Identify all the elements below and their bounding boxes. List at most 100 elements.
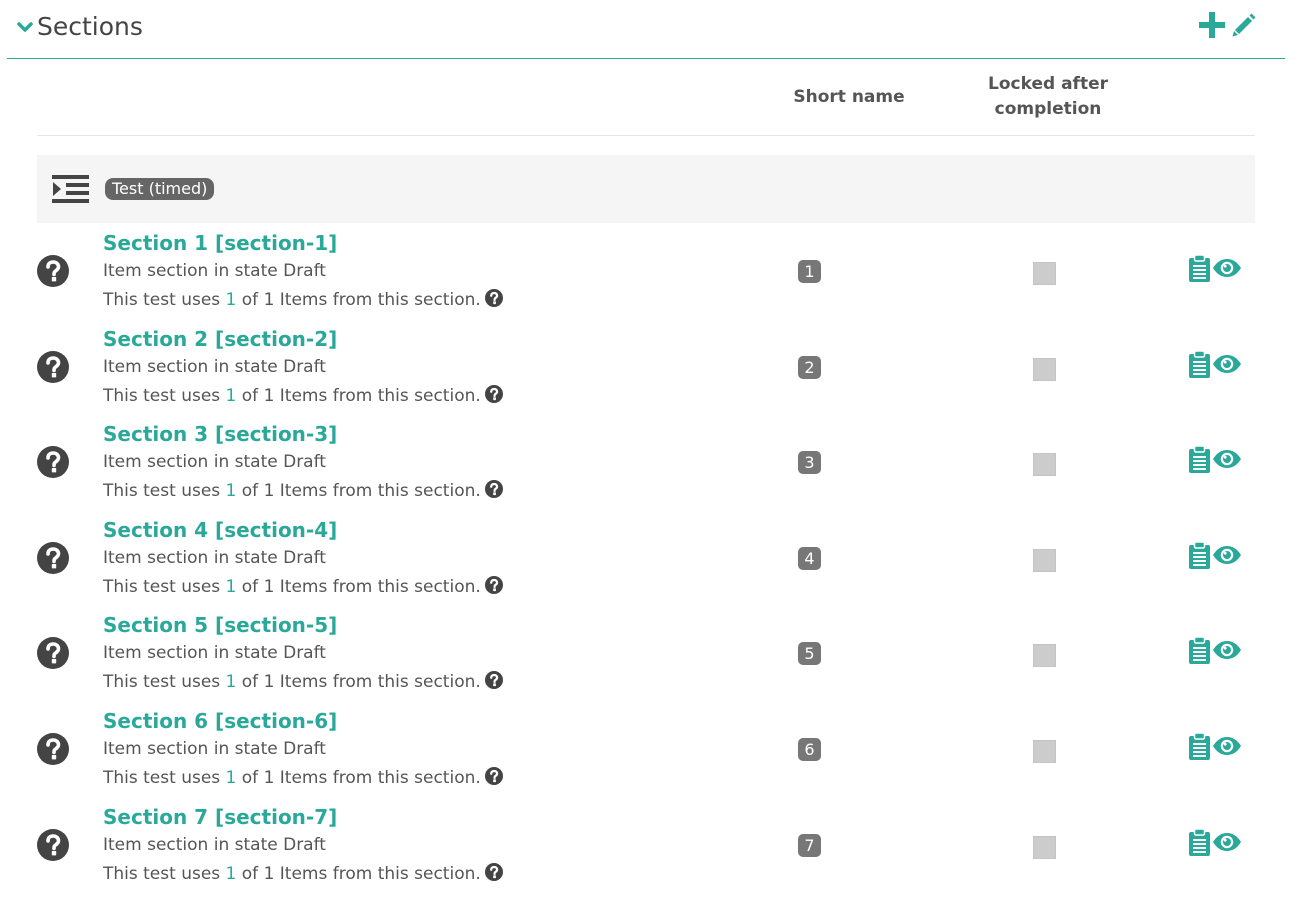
question-circle-icon [37,541,69,574]
locked-after-completion-checkbox[interactable] [1033,548,1056,572]
section-title-link[interactable]: Section 1 [section-1] [103,231,337,255]
usage-prefix: This test uses [103,672,226,693]
usage-count: 1 [225,481,237,502]
help-icon[interactable] [484,766,503,790]
chevron-down-icon[interactable] [17,19,33,32]
usage-count: 1 [225,385,237,406]
clipboard-icon[interactable] [1189,541,1210,573]
eye-icon[interactable] [1212,258,1242,282]
locked-after-completion-checkbox[interactable] [1033,644,1056,668]
pencil-icon[interactable] [1231,12,1257,42]
locked-after-completion-checkbox[interactable] [1033,739,1056,763]
section-title-link[interactable]: Section 6 [section-6] [103,709,337,733]
section-usage-text: This test uses 1 of 1 Items from this se… [103,766,503,790]
short-name-badge: 7 [798,833,821,857]
row-actions [1189,732,1242,764]
section-title-link[interactable]: Section 5 [section-5] [103,613,337,637]
help-icon[interactable] [484,862,503,886]
short-name-badge: 2 [798,355,821,379]
section-state-text: Item section in state Draft [103,738,326,759]
sections-list: Section 1 [section-1] Item section in st… [37,229,1255,898]
row-actions [1189,254,1242,286]
eye-icon[interactable] [1212,736,1242,760]
section-usage-text: This test uses 1 of 1 Items from this se… [103,289,503,312]
usage-suffix: of 1 Items from this section. [236,481,481,502]
section-state-text: Item section in state Draft [103,356,326,377]
clipboard-icon[interactable] [1189,254,1210,286]
usage-suffix: of 1 Items from this section. [236,385,481,406]
clipboard-icon[interactable] [1189,636,1210,668]
row-actions [1189,349,1242,382]
list-item: Section 6 [section-6] Item section in st… [37,707,1255,803]
short-name-badge: 3 [798,451,821,475]
locked-after-completion-checkbox[interactable] [1033,835,1056,859]
usage-suffix: of 1 Items from this section. [236,672,481,693]
list-item: Section 4 [section-4] Item section in st… [37,516,1255,612]
clipboard-icon[interactable] [1189,827,1210,860]
section-usage-text: This test uses 1 of 1 Items from this se… [103,384,503,408]
list-item: Section 7 [section-7] Item section in st… [37,803,1255,899]
plus-icon[interactable] [1198,11,1226,42]
row-actions [1189,541,1242,573]
list-item: Section 5 [section-5] Item section in st… [37,611,1255,707]
help-icon[interactable] [484,289,503,312]
short-name-badge: 6 [798,737,821,761]
panel-title: Sections [37,12,143,41]
section-title-link[interactable]: Section 3 [section-3] [103,422,337,446]
usage-suffix: of 1 Items from this section. [236,290,481,310]
question-circle-icon [37,732,69,765]
clipboard-icon[interactable] [1189,732,1210,764]
section-usage-text: This test uses 1 of 1 Items from this se… [103,575,503,599]
usage-prefix: This test uses [103,385,226,406]
locked-after-completion-checkbox[interactable] [1033,453,1056,477]
usage-count: 1 [225,672,237,693]
question-circle-icon [37,446,69,479]
usage-suffix: of 1 Items from this section. [236,863,481,884]
clipboard-icon[interactable] [1189,445,1210,477]
help-icon[interactable] [484,575,503,599]
question-circle-icon [37,637,69,670]
section-title-link[interactable]: Section 2 [section-2] [103,327,337,351]
question-circle-icon [37,255,69,287]
usage-count: 1 [225,290,237,310]
section-title-link[interactable]: Section 4 [section-4] [103,518,337,542]
eye-icon[interactable] [1212,832,1242,856]
help-icon[interactable] [484,384,503,408]
table-header: Short name Locked after completion [37,72,1255,136]
clipboard-icon[interactable] [1189,349,1210,382]
usage-prefix: This test uses [103,767,226,788]
row-actions [1189,636,1242,668]
short-name-badge: 4 [798,546,821,570]
section-group-row: Test (timed) [37,155,1255,223]
column-header-locked: Locked after completion [988,74,1108,119]
eye-icon[interactable] [1212,545,1242,569]
section-state-text: Item section in state Draft [103,452,326,473]
section-state-text: Item section in state Draft [103,547,326,568]
section-state-text: Item section in state Draft [103,834,326,855]
help-icon[interactable] [484,480,503,503]
locked-after-completion-checkbox[interactable] [1033,357,1056,381]
locked-after-completion-checkbox[interactable] [1033,262,1056,285]
usage-prefix: This test uses [103,576,226,597]
question-circle-icon [37,350,69,383]
list-item: Section 1 [section-1] Item section in st… [37,229,1255,325]
usage-prefix: This test uses [103,863,226,884]
usage-prefix: This test uses [103,290,226,310]
short-name-badge: 5 [798,642,821,666]
question-circle-icon [37,828,69,861]
section-title-link[interactable]: Section 7 [section-7] [103,805,337,829]
header-actions [1198,11,1257,42]
list-item: Section 3 [section-3] Item section in st… [37,420,1255,516]
section-usage-text: This test uses 1 of 1 Items from this se… [103,862,503,886]
usage-suffix: of 1 Items from this section. [236,767,481,788]
help-icon[interactable] [484,671,503,694]
section-state-text: Item section in state Draft [103,261,326,281]
section-usage-text: This test uses 1 of 1 Items from this se… [103,480,503,503]
eye-icon[interactable] [1212,640,1242,664]
group-label-badge: Test (timed) [105,178,215,200]
eye-icon[interactable] [1212,354,1242,378]
eye-icon[interactable] [1212,449,1242,473]
section-usage-text: This test uses 1 of 1 Items from this se… [103,671,503,694]
sections-panel-header: Sections [7,0,1285,59]
row-actions [1189,445,1242,477]
